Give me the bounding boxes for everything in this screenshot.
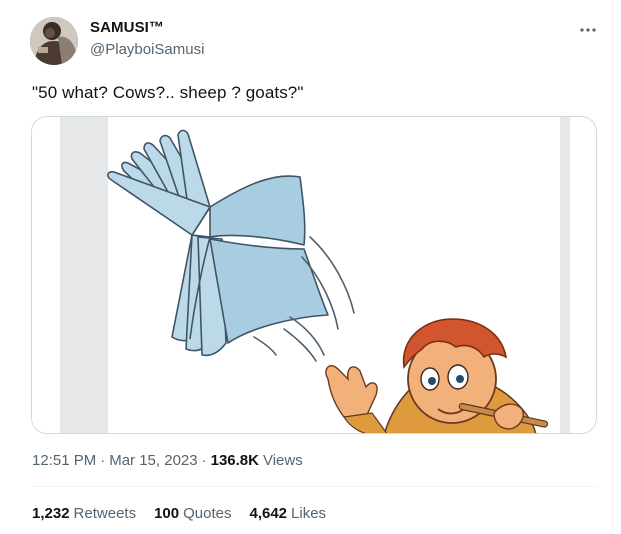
meta-separator: · bbox=[201, 452, 207, 469]
views-count: 136.8K bbox=[210, 452, 259, 469]
tweet-time[interactable]: 12:51 PM bbox=[32, 452, 96, 469]
views-label: Views bbox=[262, 452, 303, 469]
quotes-label: Quotes bbox=[183, 505, 232, 522]
meta-separator: · bbox=[100, 452, 106, 469]
likes-label: Likes bbox=[291, 505, 327, 522]
avatar[interactable] bbox=[30, 17, 78, 65]
more-options-button[interactable] bbox=[574, 20, 602, 40]
tweet-meta: 12:51 PM · Mar 15, 2023 · 136.8K Views bbox=[32, 452, 303, 469]
cartoon-book-boy-illustration bbox=[32, 117, 596, 433]
quotes-stat[interactable]: 100 Quotes bbox=[154, 505, 231, 522]
column-border bbox=[612, 0, 613, 534]
quotes-count: 100 bbox=[154, 505, 180, 522]
likes-stat[interactable]: 4,642 Likes bbox=[249, 505, 326, 522]
author-display-name[interactable]: SAMUSI™ bbox=[90, 19, 164, 36]
more-dots-icon bbox=[580, 28, 596, 32]
retweets-stat[interactable]: 1,232 Retweets bbox=[32, 505, 136, 522]
retweets-label: Retweets bbox=[73, 505, 137, 522]
tweet-date[interactable]: Mar 15, 2023 bbox=[109, 452, 197, 469]
tweet-stats: 1,232 Retweets 100 Quotes 4,642 Likes bbox=[32, 505, 344, 522]
tweet-detail: SAMUSI™ @PlayboiSamusi "50 what? Cows?..… bbox=[0, 0, 621, 534]
likes-count: 4,642 bbox=[249, 505, 288, 522]
tweet-media[interactable] bbox=[31, 116, 597, 434]
tweet-text: "50 what? Cows?.. sheep ? goats?" bbox=[32, 83, 304, 102]
divider bbox=[32, 486, 597, 487]
avatar-image bbox=[30, 17, 78, 65]
retweets-count: 1,232 bbox=[32, 505, 70, 522]
author-handle[interactable]: @PlayboiSamusi bbox=[90, 41, 204, 58]
